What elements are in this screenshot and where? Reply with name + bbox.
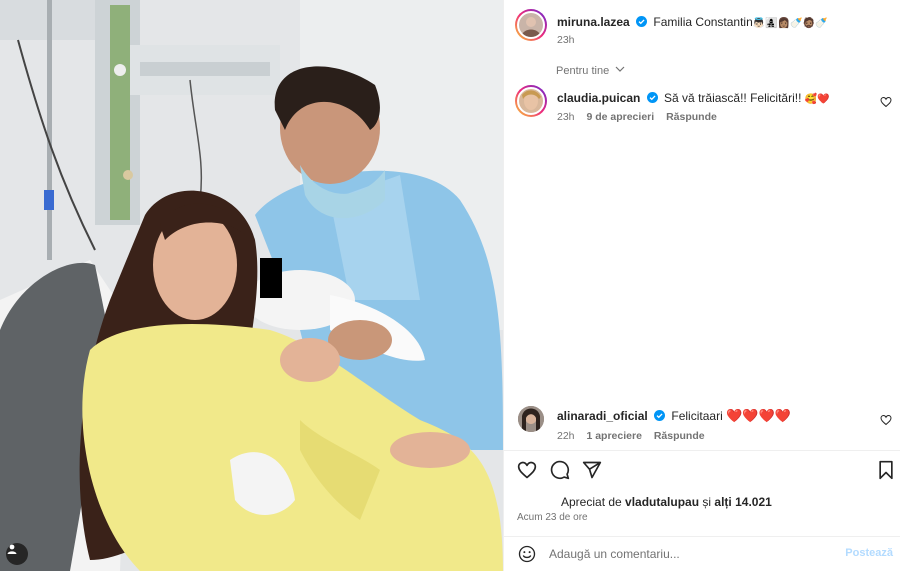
photo-illustration xyxy=(0,0,503,571)
comment-text: Să vă trăiască!! Felicitări!! xyxy=(664,91,802,105)
likes-prefix: Apreciat de xyxy=(561,495,622,509)
comment-likes[interactable]: 1 apreciere xyxy=(586,430,641,442)
reply-button[interactable]: Răspunde xyxy=(666,111,717,123)
bookmark-icon[interactable] xyxy=(876,460,896,480)
author-username[interactable]: miruna.lazea xyxy=(557,15,630,29)
heart-icon[interactable] xyxy=(517,460,537,480)
instagram-post-modal: miruna.lazea Familia Constantin👼🏻👩‍👧‍👦👩🏽… xyxy=(0,0,900,571)
emoji-icon[interactable] xyxy=(518,545,536,563)
chevron-down-icon xyxy=(615,66,625,72)
post-comment-button[interactable]: Postează xyxy=(845,547,893,559)
caption-line: miruna.lazea Familia Constantin👼🏻👩‍👧‍👦👩🏽… xyxy=(557,15,887,29)
comment-like-heart-icon[interactable] xyxy=(880,414,892,426)
post-timestamp[interactable]: Acum 23 de ore xyxy=(517,512,588,523)
comment-likes[interactable]: 9 de aprecieri xyxy=(586,111,654,123)
comment-time[interactable]: 22h xyxy=(557,430,575,442)
reply-button[interactable]: Răspunde xyxy=(654,430,705,442)
action-bar xyxy=(504,455,900,487)
comment-text: Felicitaari xyxy=(671,409,723,423)
comment-line: alinaradi_oficial Felicitaari ❤️❤️❤️❤️ xyxy=(557,409,877,423)
verified-badge-icon xyxy=(654,410,666,421)
comment-avatar[interactable] xyxy=(515,85,547,117)
comment-meta: 22h 1 apreciere Răspunde xyxy=(557,430,705,442)
likes-summary: Apreciat de vladutalupau și alți 14.021 xyxy=(561,495,772,509)
comment-line: claudia.puican Să vă trăiască!! Felicită… xyxy=(557,91,877,105)
author-avatar[interactable] xyxy=(515,9,547,41)
add-comment-bar: Postează xyxy=(504,537,900,571)
comment-sort-dropdown[interactable]: Pentru tine xyxy=(556,65,625,77)
divider xyxy=(504,450,900,451)
caption-time[interactable]: 23h xyxy=(557,34,575,46)
comment-author[interactable]: alinaradi_oficial xyxy=(557,409,648,423)
likes-middle: și xyxy=(702,495,712,509)
comment-author[interactable]: claudia.puican xyxy=(557,91,640,105)
comment-like-heart-icon[interactable] xyxy=(880,96,892,108)
sort-label: Pentru tine xyxy=(556,65,610,77)
verified-badge-icon xyxy=(646,92,658,103)
likes-others[interactable]: alți 14.021 xyxy=(714,495,771,509)
comment-input[interactable] xyxy=(549,543,829,565)
share-icon[interactable] xyxy=(582,460,602,480)
caption-text: Familia Constantin xyxy=(653,15,753,29)
post-side-panel: miruna.lazea Familia Constantin👼🏻👩‍👧‍👦👩🏽… xyxy=(503,0,900,571)
comment-avatar[interactable] xyxy=(518,406,544,432)
comment-emojis: ❤️❤️❤️❤️ xyxy=(726,408,791,423)
liked-by-user[interactable]: vladutalupau xyxy=(625,495,699,509)
verified-badge-icon xyxy=(636,16,648,27)
post-photo[interactable] xyxy=(0,0,503,571)
comment-icon[interactable] xyxy=(550,460,570,480)
comment-emojis: 🥰❤️ xyxy=(804,94,830,105)
user-tag-icon xyxy=(7,544,17,554)
comment-time[interactable]: 23h xyxy=(557,111,575,123)
comment-meta: 23h 9 de aprecieri Răspunde xyxy=(557,111,717,123)
caption-emojis: 👼🏻👩‍👧‍👦👩🏽🍼🧔🏽🍼 xyxy=(752,18,828,29)
tagged-users-button[interactable] xyxy=(6,543,28,565)
